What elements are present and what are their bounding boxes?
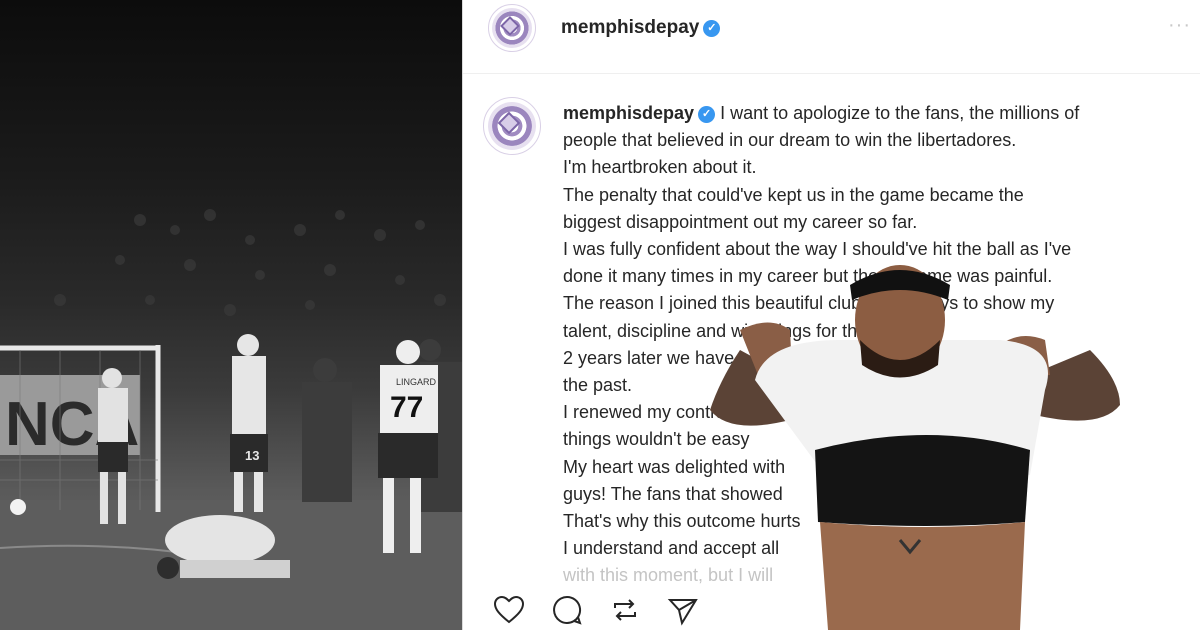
player-celebration-cutout	[710, 265, 1120, 630]
shorts-number: 13	[245, 448, 259, 463]
post-username[interactable]: memphisdepay ✓	[561, 17, 721, 39]
crowd	[54, 209, 446, 316]
caption-line: people that believed in our dream to win…	[563, 130, 1017, 151]
verified-badge-icon: ✓	[703, 20, 721, 37]
share-icon[interactable]	[665, 592, 701, 628]
jersey-number: 77	[390, 391, 423, 424]
heart-icon[interactable]	[491, 592, 527, 628]
player-13	[230, 334, 268, 512]
stadium-scene: NCA 13 77 LINGARD	[0, 209, 462, 630]
avatar[interactable]	[488, 4, 536, 52]
verified-badge-icon: ✓	[698, 106, 716, 123]
more-options-icon[interactable]: ···	[1168, 14, 1191, 37]
post-actions	[491, 592, 701, 628]
undershirt-band	[815, 435, 1030, 526]
jersey-name: LINGARD	[396, 377, 437, 387]
username-text[interactable]: memphisdepay	[561, 17, 699, 38]
caption-line: I'm heartbroken about it.	[563, 157, 757, 178]
caption-username[interactable]: memphisdepay	[563, 103, 694, 123]
stadium-photo: NCA 13 77 LINGARD	[0, 0, 462, 630]
repost-icon[interactable]	[607, 592, 643, 628]
caption-text: I want to apologize to the fans, the mil…	[720, 103, 1080, 123]
caption-line: biggest disappointment out my career so …	[563, 211, 918, 232]
caption-line: memphisdepay ✓ I want to apologize to the…	[563, 100, 1183, 127]
post-header: memphisdepay ✓ ···	[463, 0, 1200, 74]
torso	[820, 522, 1025, 630]
comment-icon[interactable]	[549, 592, 585, 628]
ball	[10, 499, 26, 515]
caption-avatar[interactable]	[483, 97, 541, 155]
caption-line: The penalty that could've kept us in the…	[563, 184, 1024, 205]
